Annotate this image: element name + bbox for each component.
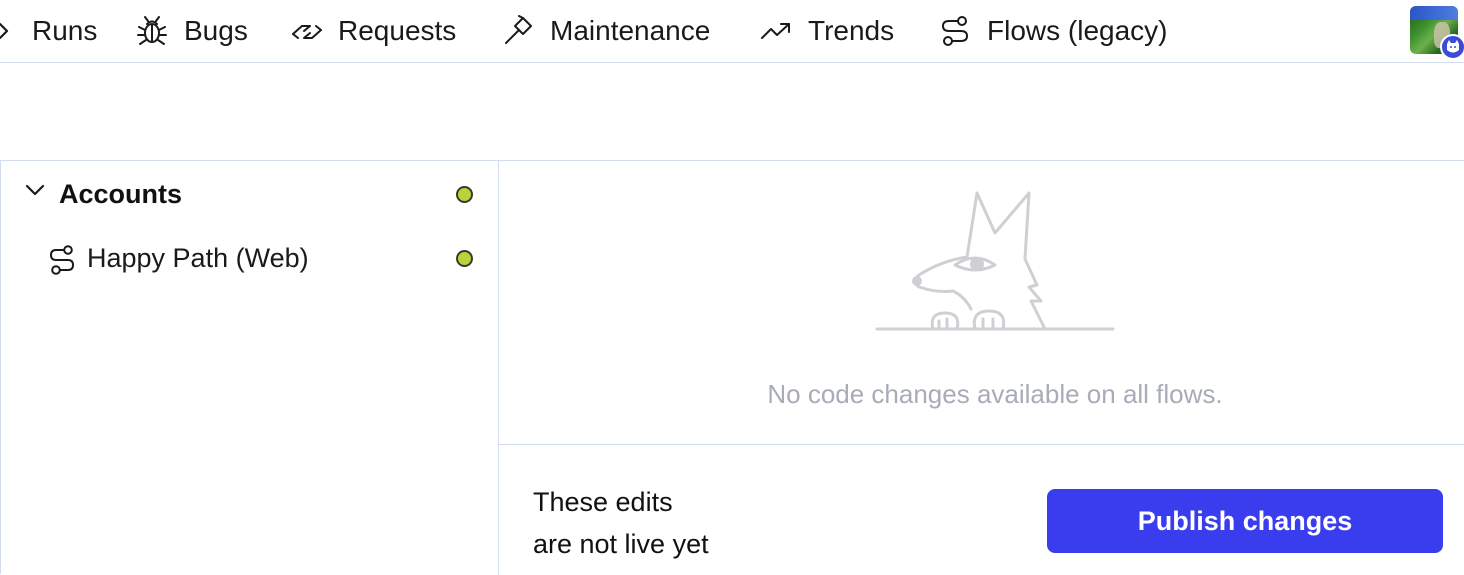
chevron-right-icon bbox=[0, 22, 10, 40]
publish-changes-button[interactable]: Publish changes bbox=[1047, 489, 1443, 553]
empty-state-message: No code changes available on all flows. bbox=[767, 379, 1223, 409]
tree-item-label: Happy Path (Web) bbox=[87, 243, 309, 273]
nav-label-requests: Requests bbox=[338, 15, 457, 46]
trending-up-icon bbox=[760, 20, 792, 42]
flow-icon bbox=[48, 245, 76, 280]
nav-item-requests[interactable]: Requests bbox=[290, 0, 470, 62]
nav-label-bugs: Bugs bbox=[184, 15, 248, 46]
nav-item-bugs[interactable]: Bugs bbox=[136, 0, 256, 62]
nav-item-trends[interactable]: Trends bbox=[760, 0, 905, 62]
nav-item-runs[interactable]: Runs bbox=[0, 0, 100, 62]
flow-icon bbox=[940, 15, 970, 47]
unpublished-note-line2: are not live yet bbox=[533, 529, 709, 559]
nav-item-flows-legacy[interactable]: Flows (legacy) bbox=[940, 0, 1185, 62]
nav-item-maintenance[interactable]: Maintenance bbox=[502, 0, 727, 62]
handshake-icon bbox=[290, 18, 324, 46]
user-avatar[interactable] bbox=[1410, 6, 1464, 60]
hammer-icon bbox=[502, 15, 534, 47]
cat-badge-icon bbox=[1440, 34, 1464, 60]
status-dot bbox=[456, 250, 473, 267]
peeking-fox-illustration bbox=[875, 189, 1115, 344]
top-navigation: Runs Bugs Requests Maintenance Trends Fl… bbox=[0, 0, 1464, 63]
nav-label-trends: Trends bbox=[808, 15, 895, 46]
bug-icon bbox=[136, 16, 168, 46]
nav-label-maintenance: Maintenance bbox=[550, 15, 711, 46]
flow-tree: Accounts Happy Path (Web) bbox=[1, 161, 499, 575]
nav-label-runs: Runs bbox=[32, 15, 98, 46]
changes-panel: Accounts Happy Path (Web) No code change… bbox=[0, 160, 1464, 575]
nav-label-flows-legacy: Flows (legacy) bbox=[987, 15, 1168, 46]
unpublished-note: These edits are not live yet bbox=[533, 481, 709, 565]
changes-content: No code changes available on all flows. … bbox=[499, 161, 1464, 575]
tree-item-happy-path-web[interactable]: Happy Path (Web) bbox=[1, 161, 497, 275]
unpublished-note-line1: These edits bbox=[533, 487, 673, 517]
empty-state: No code changes available on all flows. bbox=[499, 161, 1464, 445]
